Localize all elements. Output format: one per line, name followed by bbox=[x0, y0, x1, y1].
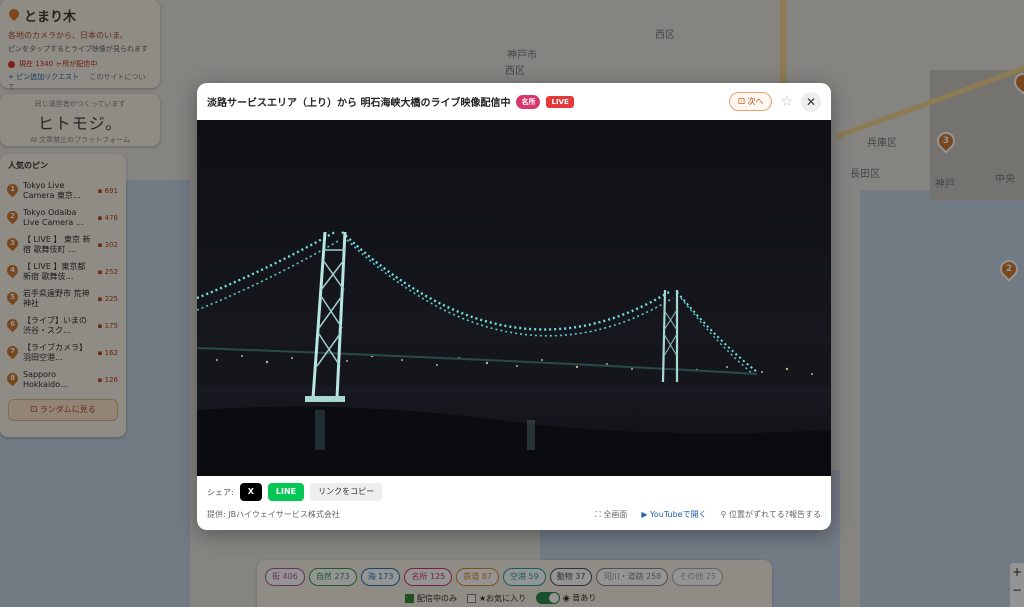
play-icon: ▶ bbox=[641, 510, 651, 519]
favorite-star-icon[interactable]: ☆ bbox=[780, 94, 793, 110]
next-button[interactable]: ⚀ 次へ bbox=[728, 92, 773, 111]
live-badge: LIVE bbox=[546, 95, 574, 108]
close-icon: ✕ bbox=[805, 94, 817, 109]
copy-link-button[interactable]: リンクをコピー bbox=[310, 483, 383, 501]
modal-title: 淡路サービスエリア（上り）から 明石海峡大橋のライブ映像配信中 bbox=[207, 98, 511, 109]
share-line-button[interactable]: LINE bbox=[267, 483, 305, 501]
live-video-modal: 淡路サービスエリア（上り）から 明石海峡大橋のライブ映像配信中 名所 LIVE … bbox=[197, 83, 831, 530]
category-badge: 名所 bbox=[516, 94, 541, 109]
youtube-link[interactable]: ▶ YouTubeで開く bbox=[641, 509, 706, 520]
close-button[interactable]: ✕ bbox=[801, 91, 821, 112]
share-x-button[interactable]: X bbox=[239, 483, 262, 501]
video-player[interactable] bbox=[197, 120, 831, 476]
fullscreen-button[interactable]: ⛶ 全画面 bbox=[595, 509, 627, 520]
share-label: シェア: bbox=[207, 487, 234, 497]
bridge-night-image bbox=[197, 120, 831, 476]
provider-credit: 提供: JBハイウェイサービス株式会社 bbox=[207, 510, 340, 519]
dice-icon: ⚀ bbox=[737, 97, 748, 106]
report-location-link[interactable]: ⚲ 位置がずれてる?報告する bbox=[721, 509, 821, 520]
location-icon: ⚲ bbox=[720, 510, 729, 519]
